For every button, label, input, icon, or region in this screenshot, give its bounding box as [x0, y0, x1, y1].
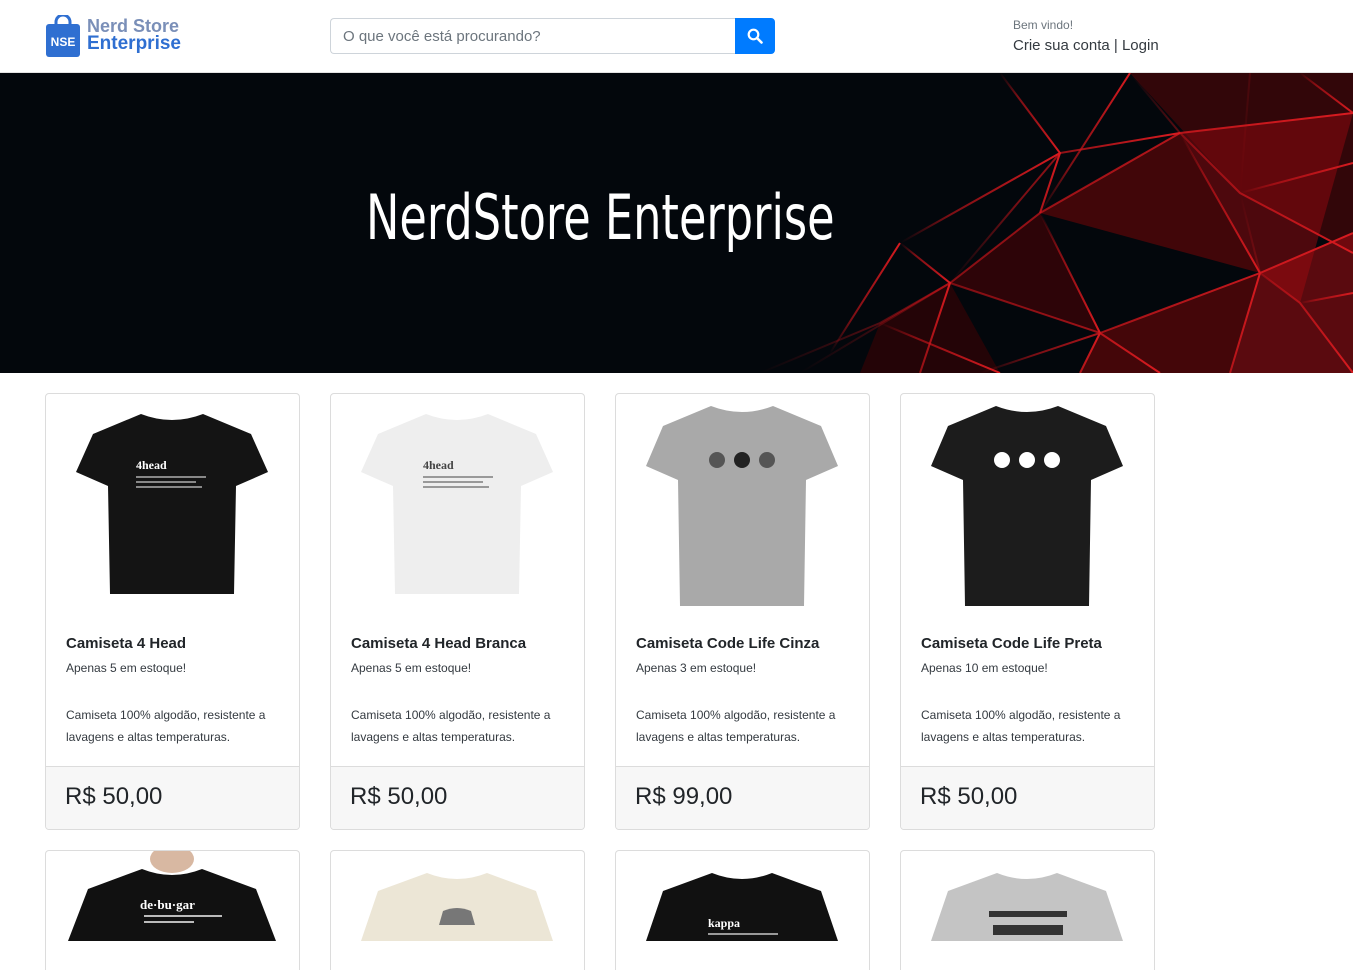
top-navbar: NSE Nerd Store Enterprise Bem vindo! Cri…: [0, 0, 1353, 73]
product-card[interactable]: Camiseta Code Life Cinza Apenas 3 em est…: [615, 393, 870, 830]
product-price: R$ 50,00: [920, 783, 1018, 810]
product-price: R$ 50,00: [350, 783, 448, 810]
product-name[interactable]: Camiseta Code Life Preta: [921, 635, 1102, 652]
product-description: Camiseta 100% algodão, resistente a lava…: [636, 708, 836, 744]
product-stock: Apenas 10 em estoque!: [921, 661, 1048, 675]
shirt-print-text: 4head: [136, 458, 167, 472]
product-card[interactable]: [330, 850, 585, 970]
product-card[interactable]: de·bu·gar: [45, 850, 300, 970]
banner-title: NerdStore Enterprise: [366, 181, 835, 254]
product-price: R$ 99,00: [635, 783, 733, 810]
product-card[interactable]: kappa: [615, 850, 870, 970]
product-name[interactable]: Camiseta 4 Head: [66, 635, 186, 652]
product-name[interactable]: Camiseta Code Life Cinza: [636, 635, 819, 652]
product-stock: Apenas 3 em estoque!: [636, 661, 757, 675]
product-image[interactable]: [616, 394, 869, 619]
search-icon: [747, 28, 763, 44]
welcome-greeting: Bem vindo!: [1013, 18, 1074, 32]
product-footer: R$ 50,00: [331, 766, 584, 829]
hero-banner: NerdStore Enterprise: [0, 73, 1353, 373]
product-image[interactable]: [901, 851, 1154, 941]
shirt-print-text: de·bu·gar: [140, 897, 195, 912]
product-image[interactable]: [901, 394, 1154, 619]
product-stock: Apenas 5 em estoque!: [66, 661, 187, 675]
logo-badge: NSE: [51, 35, 76, 49]
product-stock: Apenas 5 em estoque!: [351, 661, 472, 675]
product-image[interactable]: de·bu·gar: [46, 851, 299, 941]
shirt-print-text: kappa: [708, 916, 740, 930]
product-footer: R$ 99,00: [616, 766, 869, 829]
shirt-print-text: 4head: [423, 458, 454, 472]
search-bar: [330, 18, 775, 54]
product-price: R$ 50,00: [65, 783, 163, 810]
logo-line-2: Enterprise: [87, 33, 181, 54]
product-footer: R$ 50,00: [901, 766, 1154, 829]
store-logo[interactable]: NSE Nerd Store Enterprise: [45, 15, 195, 57]
product-image[interactable]: 4head: [331, 394, 584, 619]
product-image[interactable]: [331, 851, 584, 941]
link-separator: |: [1109, 37, 1122, 54]
search-button[interactable]: [735, 18, 775, 54]
product-description: Camiseta 100% algodão, resistente a lava…: [66, 708, 266, 744]
product-footer: R$ 50,00: [46, 766, 299, 829]
product-name[interactable]: Camiseta 4 Head Branca: [351, 635, 526, 652]
search-input[interactable]: [330, 18, 735, 54]
product-card[interactable]: 4head Camiseta 4 Head Apenas 5 em estoqu…: [45, 393, 300, 830]
product-card[interactable]: Camiseta Code Life Preta Apenas 10 em es…: [900, 393, 1155, 830]
product-image[interactable]: kappa: [616, 851, 869, 941]
product-card[interactable]: [900, 850, 1155, 970]
product-description: Camiseta 100% algodão, resistente a lava…: [351, 708, 551, 744]
shopping-bag-icon: NSE: [46, 15, 80, 57]
welcome-area: Bem vindo! Crie sua conta | Login: [1013, 18, 1159, 55]
login-link[interactable]: Login: [1122, 37, 1159, 54]
create-account-link[interactable]: Crie sua conta: [1013, 37, 1110, 54]
product-description: Camiseta 100% algodão, resistente a lava…: [921, 708, 1121, 744]
product-image[interactable]: 4head: [46, 394, 299, 619]
product-card[interactable]: 4head Camiseta 4 Head Branca Apenas 5 em…: [330, 393, 585, 830]
